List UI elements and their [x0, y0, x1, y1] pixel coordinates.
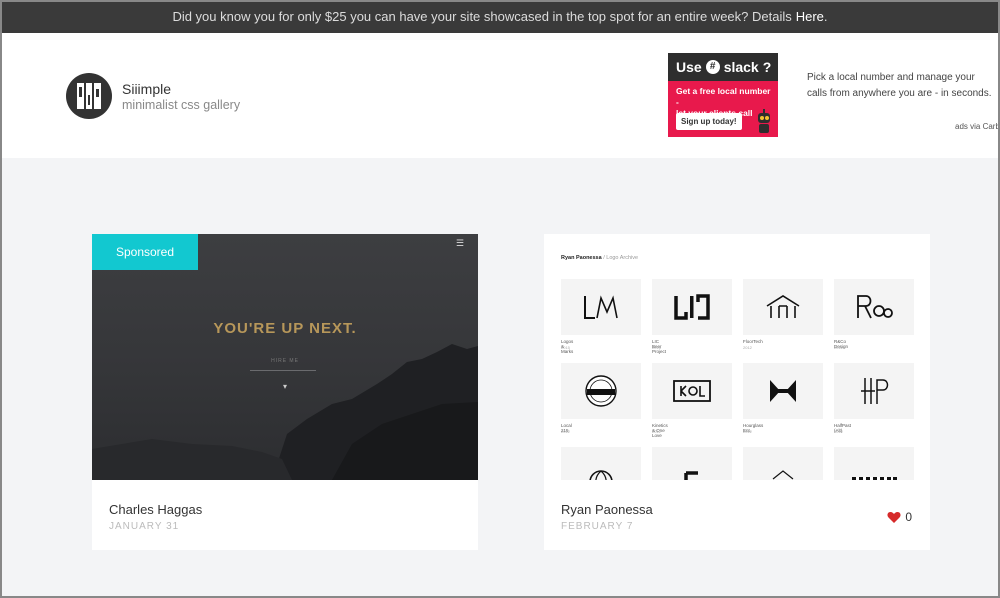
belief-logo-icon	[852, 477, 897, 480]
globe-logo-icon	[589, 470, 613, 480]
card-author-name[interactable]: Ryan Paonessa	[561, 502, 653, 517]
brand-name[interactable]: Siiimple	[122, 81, 171, 97]
archive-subtitle: / Logo Archive	[601, 255, 639, 261]
rco-logo-icon	[857, 295, 893, 319]
logo-mark-icon	[77, 83, 101, 109]
hourglass-logo-icon	[770, 380, 796, 402]
logo-tile	[561, 279, 641, 335]
coastal-rocks-image	[92, 344, 478, 480]
card-author-name[interactable]: Charles Haggas	[109, 502, 202, 517]
logo-tile	[834, 279, 914, 335]
sponsored-badge: Sponsored	[92, 234, 198, 270]
tile-label: FloorTech	[743, 339, 763, 344]
gallery-card[interactable]: Ryan Paonessa / Logo Archive Logos & Mar…	[544, 234, 930, 550]
hire-underline	[250, 370, 316, 371]
tile-year: 2012	[743, 429, 752, 434]
like-button[interactable]: 0	[887, 510, 912, 524]
ad-head-use: Use	[676, 59, 702, 75]
card-date: FEBRUARY 7	[561, 521, 634, 532]
logo-tile	[834, 363, 914, 419]
like-count: 0	[905, 510, 912, 524]
slack-hash-icon: #	[705, 60, 720, 74]
local215-badge-icon	[585, 375, 617, 407]
slack-ad-banner[interactable]: Use # slack ? Get a free local number - …	[668, 53, 778, 137]
tile-year: 2015	[561, 345, 570, 350]
ad-headline: Use # slack ?	[668, 53, 778, 81]
tile-year: 2015	[652, 345, 661, 350]
card-date: JANUARY 31	[109, 521, 180, 532]
robot-mascot-icon	[758, 109, 770, 133]
logo-tile	[652, 363, 732, 419]
f-logo-icon	[684, 471, 698, 480]
logo-tile	[561, 447, 641, 480]
ad-copy[interactable]: Pick a local number and manage your call…	[807, 70, 997, 102]
promo-banner: Did you know you for only $25 you can ha…	[0, 0, 1000, 33]
ad-head-brand: slack	[723, 59, 759, 75]
floortech-logo-icon	[766, 295, 800, 318]
cantarello-logo-icon	[772, 470, 794, 480]
hero-headline: YOU'RE UP NEXT.	[213, 320, 357, 337]
archive-author: Ryan Paonessa	[561, 255, 602, 261]
brand-tagline: minimalist css gallery	[122, 98, 241, 112]
logo-tile	[652, 447, 732, 480]
logo-tile	[561, 363, 641, 419]
logo-tile	[834, 447, 914, 480]
site-screenshot[interactable]: Sponsored ☰ YOU'RE UP NEXT. HIRE ME ▾	[92, 234, 478, 480]
ad-subline-1: Get a free local number -	[676, 86, 771, 107]
tile-year: 2012	[834, 429, 843, 434]
site-logo[interactable]	[66, 73, 112, 119]
gallery-card-sponsored[interactable]: Sponsored ☰ YOU'RE UP NEXT. HIRE ME ▾ Ch…	[92, 234, 478, 550]
promo-details-link[interactable]: Here	[796, 9, 824, 24]
halfpast-logo-icon	[861, 378, 889, 404]
lij-logo-icon	[674, 294, 710, 320]
promo-text: Did you know you for only $25 you can ha…	[172, 9, 792, 24]
heart-icon	[887, 511, 901, 523]
tile-year: 2012	[834, 345, 843, 350]
tile-year: 2012	[743, 345, 752, 350]
promo-suffix: .	[823, 9, 828, 24]
logo-tile	[743, 279, 823, 335]
ad-head-q: ?	[762, 59, 772, 75]
ad-signup-button[interactable]: Sign up today!	[676, 113, 742, 130]
ad-attribution[interactable]: ads via Carb	[955, 122, 1000, 131]
lm-logo-icon	[584, 295, 618, 319]
logo-tile	[743, 447, 823, 480]
site-screenshot[interactable]: Ryan Paonessa / Logo Archive Logos & Mar…	[544, 234, 930, 480]
chevron-down-icon: ▾	[282, 382, 287, 391]
tile-year: 2012	[561, 429, 570, 434]
tile-year: 2012	[652, 429, 661, 434]
kol-logo-icon	[673, 380, 711, 402]
logo-tile	[652, 279, 732, 335]
site-header: Siiimple minimalist css gallery Use # sl…	[0, 33, 1000, 158]
hamburger-menu-icon: ☰	[455, 238, 464, 248]
archive-title: Ryan Paonessa / Logo Archive	[561, 255, 638, 261]
hire-me-link: HIRE ME	[271, 358, 299, 364]
logo-tile	[743, 363, 823, 419]
